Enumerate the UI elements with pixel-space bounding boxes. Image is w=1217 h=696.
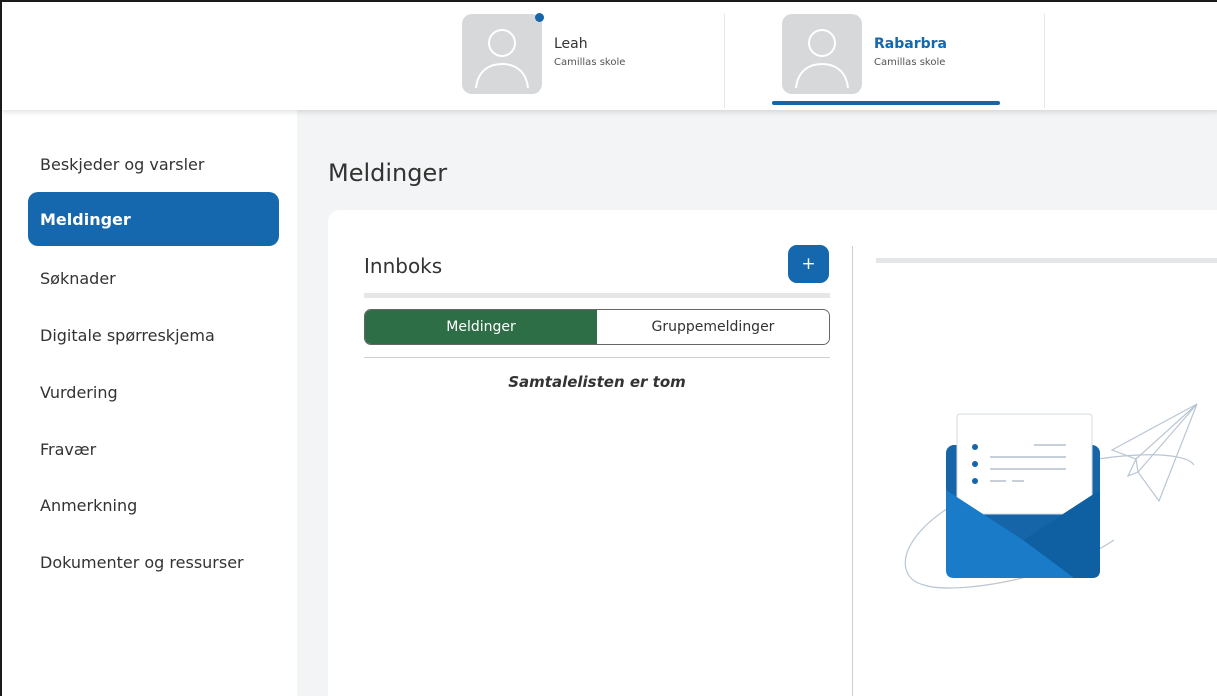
child-profile-rabarbra[interactable]: Rabarbra Camillas skole (782, 2, 1044, 110)
tab-gruppemeldinger[interactable]: Gruppemeldinger (597, 310, 829, 344)
divider (724, 14, 725, 108)
sidebar-nav: Beskjeder og varsler Meldinger Søknader … (2, 110, 297, 696)
app-window: Leah Camillas skole Rabarbra Camillas sk… (0, 0, 1217, 696)
plus-icon: + (801, 254, 816, 274)
messages-card: Innboks + Meldinger Gruppemeldinger Samt… (328, 210, 1217, 696)
child-selector-bar: Leah Camillas skole Rabarbra Camillas sk… (2, 2, 1217, 110)
inbox-title: Innboks (364, 254, 443, 278)
sidebar-item-soknader[interactable]: Søknader (28, 251, 279, 305)
divider (1044, 14, 1045, 108)
selected-child-indicator (772, 101, 1000, 105)
envelope-icon (904, 403, 1198, 589)
avatar (782, 14, 862, 94)
main-content: Meldinger Innboks + Meldinger Gruppemeld… (297, 110, 1217, 696)
sidebar-item-meldinger[interactable]: Meldinger (28, 192, 279, 246)
child-school: Camillas skole (554, 57, 626, 68)
sidebar-item-vurdering[interactable]: Vurdering (28, 365, 279, 419)
sidebar-item-digitale-sporreskjema[interactable]: Digitale spørreskjema (28, 308, 279, 362)
divider (364, 293, 830, 298)
sidebar-item-fravaer[interactable]: Fravær (28, 422, 279, 476)
empty-list-message: Samtalelisten er tom (508, 373, 686, 391)
child-name: Leah (554, 36, 588, 52)
child-school: Camillas skole (874, 57, 946, 68)
avatar (462, 14, 542, 94)
page-title: Meldinger (328, 159, 448, 187)
tab-meldinger[interactable]: Meldinger (365, 310, 597, 344)
notification-dot (535, 13, 544, 22)
sidebar-item-dokumenter-og-ressurser[interactable]: Dokumenter og ressurser (28, 535, 279, 589)
pane-divider (852, 246, 853, 696)
divider (364, 357, 830, 358)
person-silhouette-icon (475, 29, 529, 89)
message-type-toggle: Meldinger Gruppemeldinger (364, 309, 830, 345)
sidebar-item-beskjeder-og-varsler[interactable]: Beskjeder og varsler (28, 137, 279, 191)
person-silhouette-icon (795, 29, 849, 89)
child-profile-leah[interactable]: Leah Camillas skole (462, 2, 724, 110)
child-name: Rabarbra (874, 36, 947, 52)
divider (876, 258, 1217, 263)
sidebar-item-anmerkning[interactable]: Anmerkning (28, 478, 279, 532)
new-message-button[interactable]: + (788, 245, 829, 283)
